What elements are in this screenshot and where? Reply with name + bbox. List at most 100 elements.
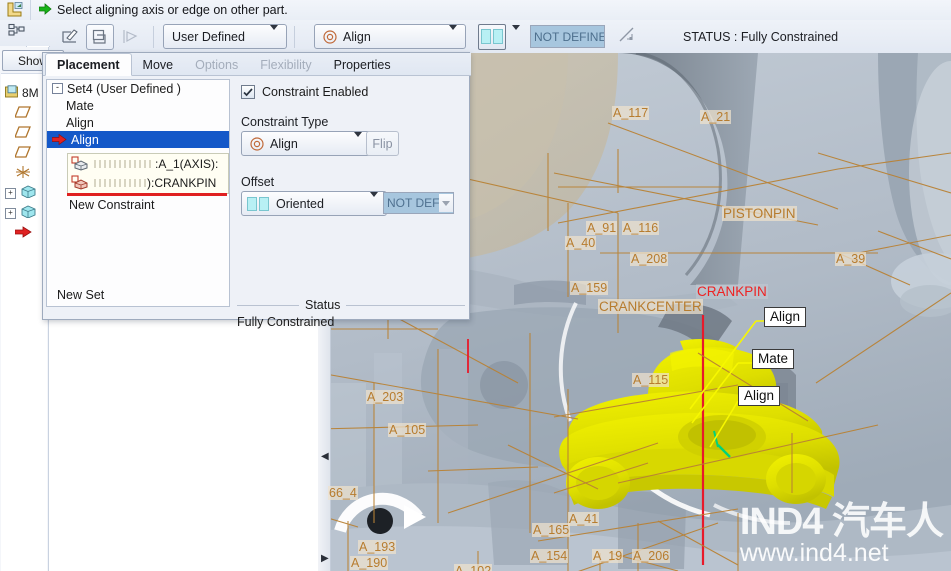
- axis-label: CRANKCENTER: [598, 299, 703, 314]
- status-group-label: Status: [299, 298, 347, 312]
- constraint-set-tree[interactable]: - Set4 (User Defined ) Mate Align Align: [46, 79, 230, 307]
- flip-button: Flip: [366, 131, 399, 156]
- callout-align-top: Align: [764, 307, 807, 327]
- constraint-label-selected: Align: [71, 132, 99, 147]
- axis-label: A_206: [632, 549, 671, 563]
- placement-mode-dropdown[interactable]: User Defined: [163, 24, 287, 49]
- constraint-enabled-row[interactable]: Constraint Enabled: [241, 85, 368, 99]
- dialog-tabstrip: Placement Move Options Flexibility Prope…: [43, 53, 471, 76]
- reference-row-2[interactable]: ):CRANKPIN: [68, 173, 228, 192]
- constraint-enabled-checkbox[interactable]: [241, 85, 255, 99]
- axis-label: A_159: [570, 281, 609, 295]
- model-tree-icon[interactable]: [8, 23, 25, 43]
- tree-guide: [5, 103, 15, 123]
- axis-label: A_190: [350, 556, 389, 570]
- chevron-down-icon[interactable]: [262, 24, 284, 44]
- offset-value-input[interactable]: NOT DEFINEI: [530, 25, 605, 48]
- axis-label: A_21: [700, 110, 732, 124]
- part-icon: [21, 185, 36, 201]
- chevron-down-icon[interactable]: [362, 191, 384, 211]
- align-target-icon: [323, 29, 337, 44]
- callout-align-low: Align: [738, 386, 781, 406]
- part-icon: [21, 205, 36, 221]
- assembly-icon: [5, 85, 19, 101]
- axis-label: A_105: [388, 423, 427, 437]
- oriented-panes-icon-2: [493, 29, 503, 44]
- status-group-divider: [237, 305, 465, 306]
- insert-here-arrow-icon: [14, 225, 32, 241]
- axis-label: 66_4: [328, 486, 358, 500]
- selection-underline: [67, 193, 227, 196]
- corner-bracket-icon: [0, 0, 31, 20]
- tree-guide: [5, 223, 15, 243]
- constraint-mode-dropdown[interactable]: Align: [314, 24, 466, 49]
- reference-text-2: ):CRANKPIN: [147, 175, 217, 190]
- green-right-arrow-icon: [38, 2, 52, 18]
- chevron-down-icon[interactable]: [441, 24, 463, 44]
- tree-row-set[interactable]: - Set4 (User Defined ): [47, 80, 229, 97]
- drag-component-icon[interactable]: [116, 24, 144, 50]
- toolbar-separator-1: [153, 25, 154, 48]
- tree-root-label: 8M: [22, 86, 39, 100]
- datum-plane-icon: [14, 125, 31, 141]
- axis-label: A_208: [630, 252, 669, 266]
- orientation-chevron-down-icon[interactable]: [512, 24, 520, 44]
- tree-guide: [5, 123, 15, 143]
- message-bar: Select aligning axis or edge on other pa…: [0, 0, 951, 21]
- toolbar-separator-2: [294, 25, 295, 48]
- tab-placement[interactable]: Placement: [45, 53, 132, 76]
- constraint-label: Mate: [66, 98, 94, 113]
- tree-row-mate[interactable]: Mate: [47, 97, 229, 114]
- placement-dialog: Placement Move Options Flexibility Prope…: [42, 52, 471, 329]
- dialog-body: - Set4 (User Defined ) Mate Align Align: [43, 75, 469, 329]
- new-constraint-item[interactable]: New Constraint: [69, 198, 154, 212]
- axis-label: A_102: [454, 564, 493, 571]
- tree-guide: [5, 163, 15, 183]
- placement-toolbar: User Defined Align NOT DEFINEI STATUS: …: [48, 20, 951, 53]
- constraint-type-label: Constraint Type: [241, 115, 329, 129]
- axis-label: A_39: [835, 252, 867, 266]
- measure-icon[interactable]: [617, 26, 637, 47]
- expand-icon[interactable]: +: [5, 207, 16, 219]
- offset-type-dropdown[interactable]: Oriented: [241, 191, 387, 216]
- chevron-down-icon[interactable]: [346, 131, 368, 151]
- datum-plane-icon: [14, 145, 31, 161]
- axis-label: PISTONPIN: [722, 206, 797, 221]
- component-ref-icon: [71, 156, 88, 171]
- red-arrow-icon: [52, 134, 67, 145]
- offset-value-text: NOT DEF: [387, 196, 440, 210]
- offset-value-field[interactable]: NOT DEF: [383, 192, 454, 214]
- tab-properties[interactable]: Properties: [323, 54, 402, 75]
- reference-path-faded: [94, 178, 146, 187]
- constraint-type-dropdown[interactable]: Align: [241, 131, 371, 156]
- oriented-panes-icon-2: [259, 196, 269, 211]
- placement-mode-value: User Defined: [172, 29, 245, 44]
- axis-label: A_41: [568, 512, 600, 526]
- constraint-enabled-label: Constraint Enabled: [262, 85, 369, 99]
- collapse-icon[interactable]: -: [52, 83, 63, 94]
- scroll-left-arrow-icon[interactable]: ◀: [321, 451, 329, 462]
- chevron-down-icon[interactable]: [439, 194, 453, 212]
- status-value: Fully Constrained: [237, 315, 335, 329]
- edit-definition-icon[interactable]: [56, 24, 84, 50]
- empty-workspace: [48, 318, 318, 571]
- copy-placement-icon[interactable]: [86, 23, 114, 50]
- reference-path-faded: [94, 159, 154, 168]
- coordinate-system-icon: [15, 165, 31, 182]
- expand-icon[interactable]: +: [5, 187, 16, 199]
- reference-row-1[interactable]: :A_1(AXIS):: [68, 154, 228, 173]
- tab-move[interactable]: Move: [132, 54, 185, 75]
- tree-row-align-2-selected[interactable]: Align: [47, 131, 229, 148]
- tab-flexibility: Flexibility: [260, 57, 312, 72]
- axis-label: A_117: [612, 106, 650, 120]
- scroll-right-arrow-icon[interactable]: ▶: [321, 553, 329, 564]
- message-text: Select aligning axis or edge on other pa…: [57, 3, 288, 17]
- orientation-toggle-button[interactable]: [478, 23, 506, 50]
- constraint-type-value: Align: [270, 136, 298, 151]
- new-set-item[interactable]: New Set: [57, 288, 104, 302]
- align-target-icon: [250, 136, 264, 151]
- constraint-options-pane: Constraint Enabled Constraint Type Align…: [235, 79, 465, 312]
- reference-text-1: :A_1(AXIS):: [155, 156, 219, 171]
- tree-row-align-1[interactable]: Align: [47, 114, 229, 131]
- axis-label: A_40: [565, 236, 597, 250]
